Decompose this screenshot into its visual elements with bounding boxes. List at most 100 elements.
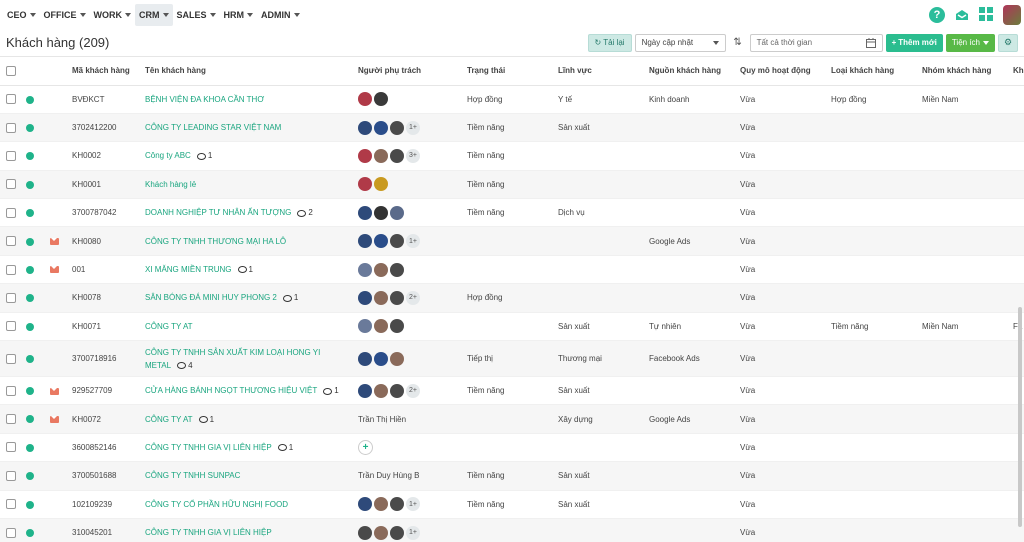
row-checkbox[interactable] (6, 122, 16, 133)
more-owners-badge[interactable]: 1+ (406, 497, 420, 512)
customer-name-link[interactable]: CÔNG TY TNHH THƯƠNG MẠI HA LÔ (145, 237, 286, 246)
table-row[interactable]: 001 XI MĂNG MIỀN TRUNG 1 Vừa (0, 255, 1024, 285)
more-owners-badge[interactable]: 3+ (406, 148, 420, 163)
more-owners-badge[interactable]: 1+ (406, 234, 420, 249)
avatar[interactable] (374, 205, 388, 220)
avatar[interactable] (390, 525, 404, 540)
row-checkbox[interactable] (6, 179, 16, 190)
col-owner[interactable]: Người phụ trách (358, 57, 467, 86)
user-avatar[interactable] (1003, 4, 1021, 25)
avatar[interactable] (358, 383, 372, 398)
table-row[interactable]: KH0080 CÔNG TY TNHH THƯƠNG MẠI HA LÔ 1+ … (0, 226, 1024, 256)
customer-name-link-cont[interactable]: METAL (145, 361, 171, 370)
avatar[interactable] (390, 120, 404, 135)
customer-name-link[interactable]: CÔNG TY AT (145, 322, 193, 331)
date-range-input[interactable]: Tất cả thời gian (749, 33, 883, 52)
help-icon[interactable]: ? (929, 6, 945, 23)
mail-icon[interactable] (50, 387, 59, 395)
table-row[interactable]: KH0001 Khách hàng lẻ Tiềm năng Vừa (0, 170, 1024, 200)
customer-name-link[interactable]: Khách hàng lẻ (145, 180, 196, 189)
nav-admin[interactable]: ADMIN (257, 4, 304, 26)
customer-name-link[interactable]: CÔNG TY AT (145, 415, 193, 424)
col-scale[interactable]: Quy mô hoạt động (740, 57, 831, 86)
table-row[interactable]: 102109239 CÔNG TY CỔ PHẦN HỮU NGHỊ FOOD … (0, 490, 1024, 519)
avatar[interactable] (374, 383, 388, 398)
more-owners-badge[interactable]: 2+ (406, 383, 420, 398)
sort-select[interactable]: Ngày cập nhật (634, 33, 726, 52)
avatar[interactable] (374, 148, 388, 163)
customer-name-link[interactable]: BỆNH VIỆN ĐA KHOA CẦN THƠ (145, 95, 264, 104)
customer-name-link[interactable]: CÔNG TY TNHH GIA VỊ LIÊN HIỆP (145, 528, 272, 537)
customer-name-link[interactable]: Công ty ABC (145, 151, 191, 160)
customer-name-link[interactable]: DOANH NGHIỆP TƯ NHÂN ẤN TƯỢNG (145, 208, 291, 217)
row-checkbox[interactable] (6, 353, 16, 364)
row-checkbox[interactable] (6, 150, 16, 161)
avatar[interactable] (374, 92, 388, 107)
customer-name-link[interactable]: SÂN BÓNG ĐÁ MINI HUY PHONG 2 (145, 293, 277, 302)
avatar[interactable] (358, 92, 372, 107)
mail-icon[interactable] (50, 238, 59, 246)
avatar[interactable] (358, 177, 372, 192)
nav-crm[interactable]: CRM (135, 3, 173, 26)
avatar[interactable] (390, 290, 404, 305)
table-row[interactable]: KH0078 SÂN BÓNG ĐÁ MINI HUY PHONG 21 2+ … (0, 283, 1024, 313)
comment-count[interactable]: 1 (282, 293, 298, 302)
row-checkbox[interactable] (6, 321, 16, 332)
avatar[interactable] (374, 290, 388, 305)
row-checkbox[interactable] (6, 414, 16, 425)
comment-count[interactable]: 1 (237, 265, 253, 274)
avatar[interactable] (374, 120, 388, 135)
row-checkbox[interactable] (6, 94, 16, 105)
col-source[interactable]: Nguồn khách hàng (649, 57, 740, 86)
table-row[interactable]: 310045201 CÔNG TY TNHH GIA VỊ LIÊN HIỆP … (0, 518, 1024, 542)
avatar[interactable] (358, 319, 372, 334)
col-name[interactable]: Tên khách hàng (145, 57, 358, 86)
row-checkbox[interactable] (6, 470, 16, 481)
row-checkbox[interactable] (6, 442, 16, 453)
avatar[interactable] (374, 262, 388, 277)
settings-button[interactable]: ⚙ (998, 33, 1018, 52)
utilities-button[interactable]: Tiện ích (945, 33, 995, 52)
avatar[interactable] (358, 120, 372, 135)
table-row[interactable]: KH0072 CÔNG TY AT 1 Trần Thị Hiền Xây dựn… (0, 404, 1024, 434)
add-new-button[interactable]: + Thêm mới (885, 33, 943, 52)
comment-count[interactable]: 1 (196, 151, 212, 160)
avatar[interactable] (390, 319, 404, 334)
table-row[interactable]: BVĐKCT BỆNH VIỆN ĐA KHOA CẦN THƠ Hợp đồn… (0, 85, 1024, 114)
table-row[interactable]: KH0002 Công ty ABC 1 3+ Tiềm năng Vừa (0, 141, 1024, 171)
avatar[interactable] (374, 351, 388, 366)
avatar[interactable] (358, 205, 372, 220)
avatar[interactable] (390, 234, 404, 249)
row-checkbox[interactable] (6, 264, 16, 275)
avatar[interactable] (374, 497, 388, 512)
customer-name-link[interactable]: CÔNG TY TNHH GIA VỊ LIÊN HIỆP (145, 443, 272, 452)
avatar[interactable] (390, 262, 404, 277)
avatar[interactable] (390, 383, 404, 398)
customer-name-link[interactable]: CÔNG TY TNHH SẢN XUẤT KIM LOẠI HONG YI (145, 348, 320, 357)
mail-icon[interactable] (50, 266, 59, 274)
avatar[interactable] (358, 290, 372, 305)
customer-name-link[interactable]: CÔNG TY CỔ PHẦN HỮU NGHỊ FOOD (145, 500, 288, 509)
nav-office[interactable]: OFFICE (40, 4, 90, 26)
col-type[interactable]: Loại khách hàng (831, 57, 922, 86)
add-owner-button[interactable]: + (358, 439, 373, 455)
table-row[interactable]: 3702412200 CÔNG TY LEADING STAR VIỆT NAM… (0, 113, 1024, 143)
vertical-scrollbar[interactable] (1018, 307, 1022, 527)
nav-sales[interactable]: SALES (173, 4, 220, 26)
inbox-icon[interactable] (954, 7, 970, 23)
table-row[interactable]: 3700718916 CÔNG TY TNHH SẢN XUẤT KIM LOẠ… (0, 340, 1024, 378)
table-row[interactable]: 3600852146 CÔNG TY TNHH GIA VỊ LIÊN HIỆP… (0, 433, 1024, 463)
row-checkbox[interactable] (6, 385, 16, 396)
col-status[interactable]: Trạng thái (467, 57, 558, 86)
avatar[interactable] (390, 148, 404, 163)
avatar[interactable] (374, 234, 388, 249)
comment-count[interactable]: 1 (323, 386, 339, 395)
select-all-checkbox[interactable] (6, 65, 16, 76)
table-row[interactable]: KH0071 CÔNG TY AT Sản xuất Tự nhiên Vừa … (0, 312, 1024, 342)
customer-name-link[interactable]: CÔNG TY TNHH SUNPAC (145, 471, 240, 480)
row-checkbox[interactable] (6, 527, 16, 538)
avatar[interactable] (374, 319, 388, 334)
comment-count[interactable]: 2 (297, 208, 313, 217)
more-owners-badge[interactable]: 2+ (406, 290, 420, 305)
row-checkbox[interactable] (6, 499, 16, 510)
